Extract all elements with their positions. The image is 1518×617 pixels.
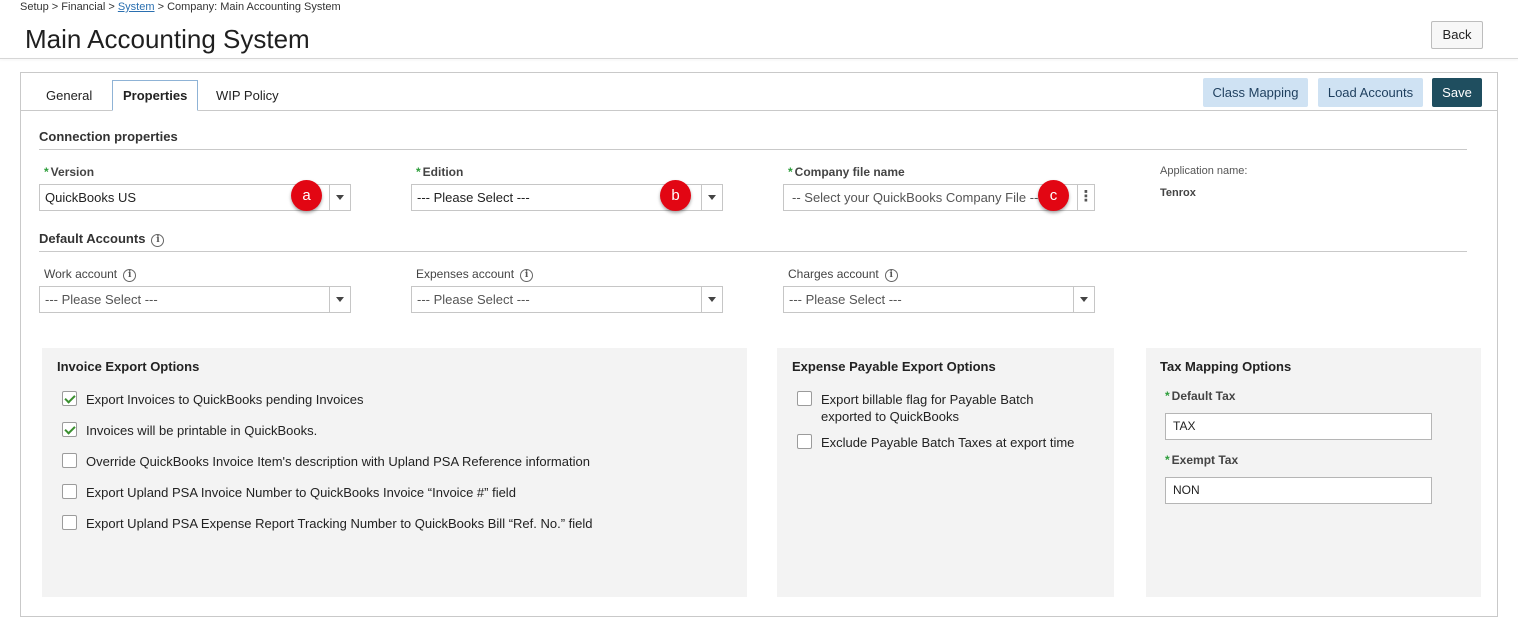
breadcrumb-link-system[interactable]: System — [118, 1, 155, 13]
company-file-label: * Company file name — [788, 165, 905, 179]
chevron-down-icon[interactable] — [701, 185, 722, 210]
charges-account-select[interactable]: --- Please Select --- — [783, 286, 1095, 313]
exempt-tax-label: * Exempt Tax — [1165, 453, 1239, 467]
expense-export-panel — [777, 348, 1114, 597]
connection-properties-title: Connection properties — [39, 129, 178, 144]
load-accounts-button[interactable]: Load Accounts — [1318, 78, 1423, 107]
expenses-account-value: --- Please Select --- — [417, 292, 530, 307]
expense-option-2-label: Exclude Payable Batch Taxes at export ti… — [821, 435, 1075, 450]
breadcrumb-text-tail: > Company: Main Accounting System — [154, 1, 341, 13]
invoice-option-3-label: Override QuickBooks Invoice Item's descr… — [86, 454, 590, 469]
edition-value: --- Please Select --- — [417, 190, 530, 205]
class-mapping-button[interactable]: Class Mapping — [1203, 78, 1308, 107]
expense-option-1-checkbox[interactable] — [797, 391, 812, 406]
info-icon[interactable]: i — [520, 269, 534, 282]
edition-label: * Edition — [416, 165, 464, 179]
header-divider — [0, 58, 1518, 59]
invoice-option-2-checkbox[interactable] — [62, 422, 77, 437]
application-name-label: Application name: — [1160, 165, 1248, 177]
default-tax-label: * Default Tax — [1165, 389, 1236, 403]
version-value: QuickBooks US — [45, 190, 137, 205]
tax-mapping-panel — [1146, 348, 1481, 597]
invoice-option-2-label: Invoices will be printable in QuickBooks… — [86, 423, 318, 438]
expense-option-2-checkbox[interactable] — [797, 434, 812, 449]
expense-option-1-label: Export billable flag for Payable Batch ex… — [821, 392, 1034, 424]
work-account-select[interactable]: --- Please Select --- — [39, 286, 351, 313]
invoice-option-4-checkbox[interactable] — [62, 484, 77, 499]
default-accounts-divider — [39, 251, 1467, 252]
marker-a: a — [291, 180, 322, 211]
invoice-option-5-label: Export Upland PSA Expense Report Trackin… — [86, 516, 593, 531]
version-label: * Version — [44, 165, 95, 179]
tab-properties[interactable]: Properties — [112, 80, 199, 111]
breadcrumb: Setup > Financial > System > Company: Ma… — [20, 1, 341, 13]
connection-divider — [39, 149, 1467, 150]
info-icon[interactable]: i — [123, 269, 137, 282]
default-tax-input[interactable]: TAX — [1165, 413, 1432, 440]
charges-account-label: Charges account i — [788, 267, 898, 282]
invoice-option-1-label: Export Invoices to QuickBooks pending In… — [86, 392, 364, 407]
tab-general[interactable]: General — [36, 80, 102, 111]
work-account-value: --- Please Select --- — [45, 292, 158, 307]
back-button[interactable]: Back — [1431, 21, 1483, 49]
exempt-tax-input[interactable]: NON — [1165, 477, 1432, 504]
save-button[interactable]: Save — [1432, 78, 1482, 107]
invoice-option-1-checkbox[interactable] — [62, 391, 77, 406]
invoice-option-3-checkbox[interactable] — [62, 453, 77, 468]
tab-wip-policy[interactable]: WIP Policy — [206, 80, 289, 111]
expense-export-title: Expense Payable Export Options — [792, 359, 996, 374]
chevron-down-icon[interactable] — [329, 185, 350, 210]
tax-mapping-title: Tax Mapping Options — [1160, 359, 1292, 374]
marker-c: c — [1038, 180, 1069, 211]
invoice-option-4-label: Export Upland PSA Invoice Number to Quic… — [86, 485, 516, 500]
application-name-value: Tenrox — [1160, 187, 1196, 199]
invoice-export-panel — [42, 348, 747, 597]
expenses-account-label: Expenses account i — [416, 267, 534, 282]
page-title: Main Accounting System — [25, 24, 310, 54]
invoice-option-5-checkbox[interactable] — [62, 515, 77, 530]
chevron-down-icon[interactable] — [329, 287, 350, 312]
invoice-export-title: Invoice Export Options — [57, 359, 200, 374]
work-account-label: Work account i — [44, 267, 137, 282]
kebab-icon[interactable]: ⋮ — [1077, 185, 1094, 210]
charges-account-value: --- Please Select --- — [789, 292, 902, 307]
company-file-value: -- Select your QuickBooks Company File -… — [792, 190, 1039, 205]
chevron-down-icon[interactable] — [1073, 287, 1094, 312]
marker-b: b — [660, 180, 691, 211]
info-icon[interactable]: i — [151, 234, 165, 247]
chevron-down-icon[interactable] — [701, 287, 722, 312]
info-icon[interactable]: i — [884, 269, 898, 282]
default-accounts-title: Default Accounts i — [39, 231, 165, 247]
expenses-account-select[interactable]: --- Please Select --- — [411, 286, 723, 313]
breadcrumb-text: Setup > Financial > — [20, 1, 118, 13]
